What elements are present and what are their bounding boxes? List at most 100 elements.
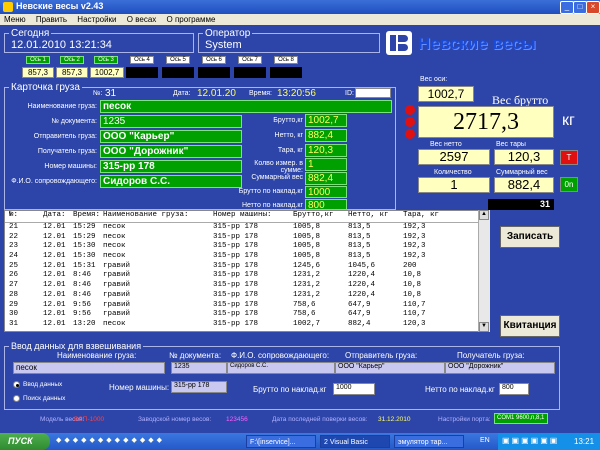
table-cell: песок: [103, 232, 126, 241]
table-cell: песок: [103, 223, 126, 231]
net-weight-label: Вес нетто: [430, 141, 462, 148]
card-receiver-label: Получатель груза:: [37, 148, 97, 155]
card-time: 13:20:56: [277, 88, 316, 99]
task-emulator[interactable]: эмулятор тар...: [394, 435, 464, 448]
input-net-field[interactable]: 800: [499, 383, 529, 395]
input-cargo-field[interactable]: песок: [13, 362, 165, 374]
axle-6-label: Ось 6: [202, 56, 226, 64]
table-cell: гравий: [103, 300, 131, 309]
input-fio-field[interactable]: Сидоров С.С.: [227, 362, 335, 374]
radio-search-data[interactable]: [13, 395, 20, 402]
minimize-button[interactable]: _: [560, 1, 574, 14]
task-visual-basic[interactable]: 2 Visual Basic: [320, 435, 390, 448]
title-bar: Невские весы v2.43 _ □ ×: [0, 0, 600, 14]
table-cell: 10,8: [403, 290, 422, 299]
table-row[interactable]: 27 12.01 8:46 гравий 315-рр 178 1231,2 1220,4 1…: [5, 281, 489, 291]
card-time-label: Время:: [249, 90, 273, 97]
table-cell: 8:46: [73, 281, 92, 290]
table-cell: песок: [103, 252, 126, 261]
axle-3-label: Ось 3: [94, 56, 118, 64]
card-doc-net-value: 800: [305, 199, 347, 211]
card-receiver-value: ООО "Дорожник": [100, 145, 242, 158]
table-row[interactable]: 26 12.01 8:46 гравий 315-рр 178 1231,2 1220,4 1…: [5, 271, 489, 281]
close-button[interactable]: ×: [586, 1, 600, 14]
table-row[interactable]: 28 12.01 8:46 гравий 315-рр 178 1231,2 1220,4 1…: [5, 291, 489, 301]
table-row[interactable]: 21 12.01 15:29 песок 315-рр 178 1005,8 813,5 19…: [5, 223, 489, 233]
records-table-header: №: Дата: Время: Наименование груза: Номе…: [5, 211, 489, 223]
table-row[interactable]: 25 12.01 15:31 гравий 315-рр 178 1245,6 1045,6…: [5, 262, 489, 272]
input-net-label: Нетто по наклад.кг: [425, 385, 495, 394]
card-sender-value: ООО "Карьер": [100, 130, 242, 143]
tray-icons[interactable]: ▣▣▣▣▣▣: [502, 436, 559, 445]
table-cell: 1220,4: [348, 271, 376, 280]
table-cell: 13:20: [73, 319, 96, 328]
task-folder[interactable]: F:\[inservice]...: [246, 435, 316, 448]
axle-5-value: [162, 67, 194, 78]
radio-enter-data[interactable]: [13, 381, 20, 388]
table-cell: 8:46: [73, 271, 92, 280]
start-button[interactable]: ПУСК: [0, 433, 50, 450]
table-cell: 120,3: [403, 319, 426, 328]
col-cargo: Наименование груза:: [103, 211, 189, 219]
table-cell: 22: [9, 232, 19, 241]
scroll-up-icon[interactable]: ▲: [479, 210, 489, 220]
language-indicator[interactable]: EN: [480, 437, 490, 444]
axle-weight-value: 1002,7: [418, 86, 474, 102]
table-cell: 28: [9, 290, 19, 299]
axle-5-label: Ось 5: [166, 56, 190, 64]
records-scrollbar[interactable]: ▲ ▼: [478, 210, 490, 332]
cargo-card-title: Карточка груза: [9, 82, 82, 93]
records-table-body: 21 12.01 15:29 песок 315-рр 178 1005,8 813,5 19…: [5, 223, 489, 330]
card-doc-gross-value: 1000: [305, 186, 347, 198]
tare-button[interactable]: T: [560, 150, 578, 165]
table-cell: 1231,2: [293, 271, 321, 280]
card-doc-gross-label: Брутто по наклад.кг: [238, 188, 303, 195]
axle-4-label: Ось 4: [130, 56, 154, 64]
col-time: Время:: [73, 211, 101, 219]
menu-item-about-scales[interactable]: О весах: [127, 14, 157, 25]
axle-4-value: [126, 67, 158, 78]
table-row[interactable]: 29 12.01 9:56 гравий 315-рр 178 758,6 647,9 110…: [5, 301, 489, 311]
input-car-field[interactable]: 315-рр 178: [171, 381, 227, 393]
menu-item-edit[interactable]: Править: [36, 14, 67, 25]
window-title: Невские весы v2.43: [16, 1, 104, 11]
table-row[interactable]: 24 12.01 15:30 песок 315-рр 178 1005,8 813,5 19…: [5, 252, 489, 262]
menu-item-menu[interactable]: Меню: [4, 14, 26, 25]
table-row[interactable]: 31 12.01 13:20 песок 315-рр 178 1002,7 882,4 12…: [5, 320, 489, 330]
operator-value: System: [205, 39, 242, 51]
input-cargo-label: Наименование груза:: [57, 351, 137, 360]
card-number: 31: [105, 88, 117, 99]
input-gross-field[interactable]: 1000: [333, 383, 375, 395]
quick-launch-icons[interactable]: ◆◆◆◆◆◆◆◆◆◆◆◆◆: [56, 436, 236, 447]
status-model-value: ВСП-1000: [74, 416, 105, 423]
maximize-button[interactable]: □: [573, 1, 587, 14]
menu-item-about-program[interactable]: О программе: [167, 14, 216, 25]
status-serial-value: 123456: [226, 416, 248, 423]
input-receiver-field[interactable]: ООО "Дорожник": [445, 362, 555, 374]
input-sender-field[interactable]: ООО "Карьер": [335, 362, 445, 374]
table-cell: 315-рр 178: [213, 261, 259, 270]
status-led-3: [405, 129, 415, 139]
table-cell: 315-рр 178: [213, 300, 259, 309]
axle-1-value: 857,3: [22, 67, 54, 78]
table-cell: 12.01: [43, 290, 66, 299]
receipt-button[interactable]: Квитанция: [500, 315, 560, 337]
radio-search-data-label: Поиск данных: [23, 395, 66, 402]
table-cell: 647,9: [348, 310, 371, 319]
menu-item-settings[interactable]: Настройки: [77, 14, 116, 25]
record-button[interactable]: Записать: [500, 226, 560, 248]
on-button[interactable]: 0n: [560, 177, 578, 192]
input-doc-field[interactable]: 1235: [171, 362, 227, 374]
table-row[interactable]: 23 12.01 15:30 песок 315-рр 178 1005,8 813,5 19…: [5, 242, 489, 252]
count-label: Количество: [434, 169, 472, 176]
table-row[interactable]: 30 12.01 9:56 гравий 315-рр 178 758,6 647,9 110…: [5, 310, 489, 320]
operator-group: Оператор System: [198, 28, 380, 53]
records-table[interactable]: №: Дата: Время: Наименование груза: Номе…: [4, 210, 490, 332]
table-cell: 15:31: [73, 261, 96, 270]
table-cell: 200: [403, 261, 417, 270]
scroll-down-icon[interactable]: ▼: [479, 322, 489, 332]
cargo-card: Карточка груза №: 31 Дата: 12.01.20 Врем…: [4, 82, 396, 211]
table-row[interactable]: 22 12.01 15:29 песок 315-рр 178 1005,8 813,5 19…: [5, 233, 489, 243]
table-cell: 192,3: [403, 232, 426, 241]
col-gross: Брутто,кг: [293, 211, 334, 219]
